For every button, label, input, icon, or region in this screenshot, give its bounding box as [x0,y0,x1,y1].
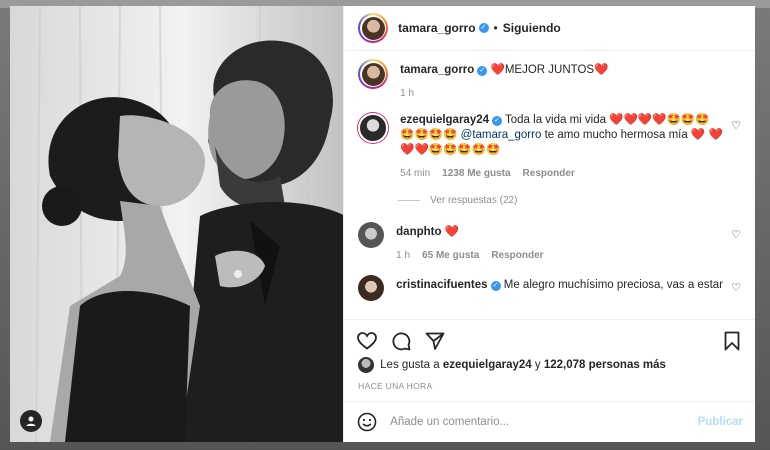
caption-time[interactable]: 1 h [400,86,414,101]
comment-time[interactable]: 1 h [396,248,410,263]
add-comment-bar: Añade un comentario... Publicar [344,402,755,442]
comments-list[interactable]: tamara_gorro ✓ ❤️MEJOR JUNTOS❤️ 1 h ezequ… [344,51,755,319]
post-comment-button[interactable]: Publicar [698,416,743,428]
verified-badge-icon: ✓ [477,66,488,76]
comment-username[interactable]: cristinacifuentes [396,279,487,291]
comment-like-icon[interactable]: ♡ [731,281,741,294]
comment-username[interactable]: danphto [396,226,441,238]
following-button[interactable]: Siguiendo [503,21,561,35]
caption-username[interactable]: tamara_gorro [400,64,474,76]
post-time[interactable]: HACE UNA HORA [344,377,755,402]
likes-connector: y [534,359,541,371]
couple-photo [10,6,344,442]
post-modal: tamara_gorro ✓ • Siguiendo tamara_gorro ✓… [10,6,755,442]
comment-input[interactable]: Añade un comentario... [390,416,697,428]
likes-count[interactable]: 122,078 personas más [544,359,666,371]
comment-likes[interactable]: 1238 Me gusta [442,166,510,181]
likes-prefix: Les gusta a [380,359,440,371]
comment-like-icon[interactable]: ♡ [731,228,741,241]
verified-badge-icon: ✓ [478,23,489,33]
heart-emoji: ❤️ [490,64,505,76]
post-photo[interactable] [10,6,344,442]
author-username[interactable]: tamara_gorro [398,21,475,35]
verified-badge-icon: ✓ [490,281,501,291]
reply-button[interactable]: Responder [491,248,543,263]
comment-text: Toda la vida mi vida ❤️❤️❤️❤️🤩🤩🤩 [505,114,710,126]
heart-emoji: ❤️ [594,64,609,76]
caption-text: MEJOR JUNTOS [504,64,595,76]
comment-mention[interactable]: @tamara_gorro [461,129,542,141]
verified-badge-icon: ✓ [492,116,503,126]
post-header: tamara_gorro ✓ • Siguiendo [344,6,755,51]
liker-avatar[interactable] [358,357,375,373]
commenter-avatar[interactable] [358,222,385,248]
commenter-avatar[interactable] [358,275,385,301]
view-replies[interactable]: Ver respuestas (22) [398,195,741,206]
comment-item: cristinacifuentes ✓ Me alegro muchísimo p… [358,275,741,301]
speech-bubble-icon[interactable] [390,330,412,352]
reply-button[interactable]: Responder [523,166,575,181]
header-separator: • [493,21,498,35]
comment-like-icon[interactable]: ♡ [731,119,741,132]
bookmark-icon[interactable] [721,330,743,352]
comment-text: te amo mucho hermosa mía ❤️ [544,129,706,141]
likes-summary: Les gusta a ezequielgaray24 y 122,078 pe… [344,353,755,377]
comment-text: Me alegro muchísimo preciosa, vas a esta… [503,279,723,291]
view-replies-label[interactable]: Ver respuestas (22) [430,195,517,206]
comment-text: ❤️ [444,226,460,238]
comment-time[interactable]: 54 min [400,166,430,181]
comment-item: danphto ❤️ 1 h 65 Me gusta Responder ♡ [358,222,741,263]
comment-item: ezequielgaray24 ✓ Toda la vida mi vida ❤️… [358,113,741,181]
post-side-panel: tamara_gorro ✓ • Siguiendo tamara_gorro ✓… [343,6,755,442]
smiley-icon[interactable] [356,411,378,433]
likes-user[interactable]: ezequielgaray24 [443,359,532,371]
commenter-avatar[interactable] [358,113,389,143]
comment-username[interactable]: ezequielgaray24 [400,114,489,126]
paper-plane-icon[interactable] [424,330,446,352]
user-tag-icon[interactable] [20,410,42,432]
caption-avatar[interactable] [358,59,389,89]
replies-line [398,200,421,201]
caption: tamara_gorro ✓ ❤️MEJOR JUNTOS❤️ 1 h [358,59,741,101]
heart-outline-icon[interactable] [356,330,378,352]
comment-likes[interactable]: 65 Me gusta [422,248,479,263]
author-avatar[interactable] [358,13,389,43]
comment-text: 🤩🤩🤩🤩 [400,129,458,141]
post-actions [344,319,755,353]
